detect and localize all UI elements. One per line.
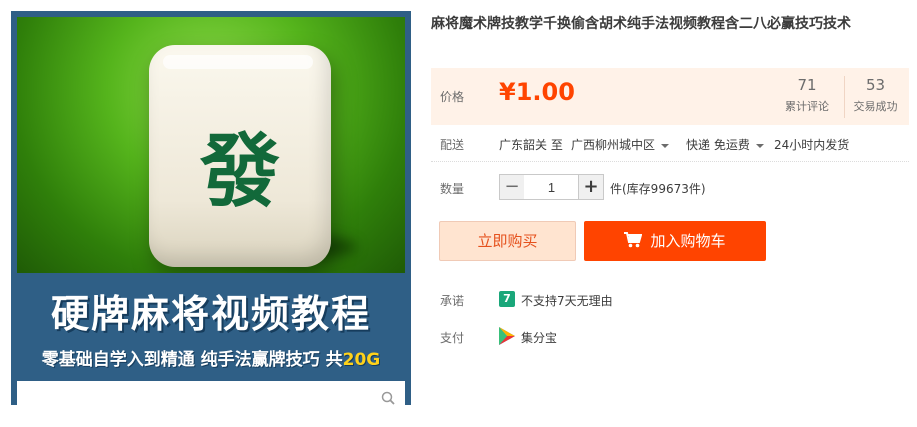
jifenbao-icon <box>499 327 515 345</box>
shipping-method-select[interactable]: 快递 免运费 <box>686 136 764 153</box>
sold-label: 交易成功 <box>853 100 898 113</box>
product-title: 麻将魔术牌技教学千换偷含胡术纯手法视频教程含二八必赢技巧技术 <box>431 16 851 32</box>
chevron-down-icon <box>661 143 670 148</box>
promise-text[interactable]: 不支持7天无理由 <box>521 292 613 309</box>
banner-subtitle-highlight: 20G <box>342 350 381 370</box>
reviews-count: 71 <box>797 76 817 94</box>
product-gallery: 發 硬牌麻将视频教程 零基础自学入到精通 纯手法赢牌技巧 共20G <box>11 11 411 405</box>
search-icon[interactable] <box>381 391 395 405</box>
quantity-increase-button[interactable]: + <box>578 174 604 200</box>
cart-icon <box>624 232 643 248</box>
banner-title: 硬牌麻将视频教程 <box>50 292 371 336</box>
product-main-image[interactable]: 發 <box>17 17 405 273</box>
shipping-from: 广东韶关 至 <box>499 138 563 152</box>
quantity-input[interactable] <box>524 174 579 200</box>
add-to-cart-label: 加入购物车 <box>650 232 726 250</box>
banner-subtitle-text: 零基础自学入到精通 纯手法赢牌技巧 共 <box>41 350 343 370</box>
reviews-label: 累计评论 <box>785 100 829 113</box>
banner-subtitle: 零基础自学入到精通 纯手法赢牌技巧 共20G <box>11 345 411 370</box>
shipping-destination-text: 广西柳州城中区 <box>571 138 656 152</box>
chevron-down-icon <box>755 143 764 148</box>
tile-glyph: 發 <box>200 124 280 218</box>
price-value: ¥1.00 <box>499 78 575 106</box>
payment-row: 支付 集分宝 <box>431 327 909 347</box>
thumbnail-strip <box>17 381 405 405</box>
reviews-stat[interactable]: 71 累计评论 <box>776 76 838 114</box>
promise-row: 承诺 7 不支持7天无理由 <box>431 290 909 310</box>
add-to-cart-button[interactable]: 加入购物车 <box>584 221 766 261</box>
shipping-row: 配送 广东韶关 至 广西柳州城中区 快递 免运费 24小时内发货 <box>431 134 909 162</box>
payment-label: 支付 <box>440 331 465 345</box>
buy-now-button[interactable]: 立即购买 <box>439 221 576 261</box>
sold-count: 53 <box>865 76 886 94</box>
quantity-decrease-button[interactable]: − <box>499 174 525 200</box>
price-label: 价格 <box>440 90 465 104</box>
dispatch-time: 24小时内发货 <box>774 138 850 152</box>
sold-stat: 53 交易成功 <box>844 76 906 118</box>
shipping-method-text: 快递 免运费 <box>686 138 750 152</box>
shipping-label: 配送 <box>440 138 465 152</box>
stock-info: 件(库存99673件) <box>610 182 706 196</box>
promise-label: 承诺 <box>440 294 465 308</box>
price-panel: 价格 ¥1.00 71 累计评论 53 交易成功 <box>431 68 909 125</box>
seven-day-icon: 7 <box>499 291 515 307</box>
shipping-destination-select[interactable]: 广西柳州城中区 <box>571 136 670 153</box>
payment-method[interactable]: 集分宝 <box>521 329 557 346</box>
quantity-label: 数量 <box>440 182 465 196</box>
mahjong-tile: 發 <box>149 45 331 267</box>
quantity-row: 数量 − + 件(库存99673件) <box>431 172 909 202</box>
